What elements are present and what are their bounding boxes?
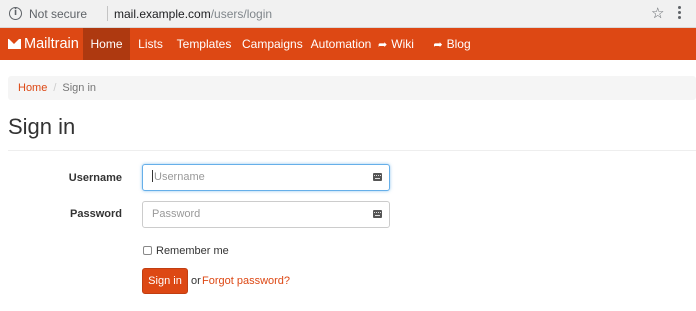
star-icon[interactable]: ☆	[651, 4, 664, 22]
remember-me-label[interactable]: Remember me	[156, 245, 229, 257]
breadcrumb: Home / Sign in	[8, 76, 696, 100]
nav-blog[interactable]: ➦ Blog	[432, 28, 472, 60]
password-input[interactable]: Password	[142, 201, 390, 228]
breadcrumb-home[interactable]: Home	[18, 82, 47, 94]
sign-in-button[interactable]: Sign in	[142, 268, 188, 294]
breadcrumb-separator: /	[53, 82, 57, 94]
nav-lists[interactable]: Lists	[133, 28, 168, 60]
divider	[8, 150, 696, 151]
kebab-menu-icon[interactable]	[678, 6, 682, 22]
nav-blog-label: Blog	[446, 37, 471, 51]
nav-home[interactable]: Home	[83, 28, 130, 60]
password-manager-icon[interactable]	[373, 173, 382, 181]
url-path: /users/login	[210, 7, 273, 21]
external-link-icon: ➦	[433, 38, 443, 51]
remember-me-checkbox[interactable]	[143, 246, 152, 255]
brand-logo[interactable]: Mailtrain	[8, 28, 79, 60]
page-title: Sign in	[8, 114, 76, 139]
username-input[interactable]: Username	[142, 164, 390, 191]
envelope-icon	[8, 39, 21, 49]
username-label: Username	[68, 172, 122, 184]
breadcrumb-current: Sign in	[62, 82, 97, 94]
nav-wiki-label: Wiki	[391, 37, 414, 51]
or-text: or	[191, 275, 201, 287]
url-host: mail.example.com	[114, 7, 211, 21]
password-manager-icon[interactable]	[373, 210, 382, 218]
forgot-password-link[interactable]: Forgot password?	[202, 275, 290, 287]
info-icon[interactable]: i	[9, 7, 22, 20]
nav-templates[interactable]: Templates	[176, 28, 232, 60]
password-label: Password	[70, 208, 122, 220]
browser-address-bar: i Not secure mail.example.com/users/logi…	[0, 0, 696, 28]
nav-wiki[interactable]: ➦ Wiki	[355, 28, 437, 60]
url-field[interactable]: mail.example.com/users/login	[114, 7, 272, 21]
username-placeholder: Username	[154, 171, 205, 183]
brand-name: Mailtrain	[24, 36, 79, 52]
text-caret	[152, 170, 153, 182]
nav-campaigns[interactable]: Campaigns	[242, 28, 303, 60]
top-navbar: Mailtrain Home Lists Templates Campaigns…	[0, 28, 696, 60]
address-divider	[107, 6, 108, 21]
password-placeholder: Password	[152, 208, 201, 220]
external-link-icon: ➦	[378, 38, 388, 51]
security-label[interactable]: Not secure	[29, 7, 87, 21]
